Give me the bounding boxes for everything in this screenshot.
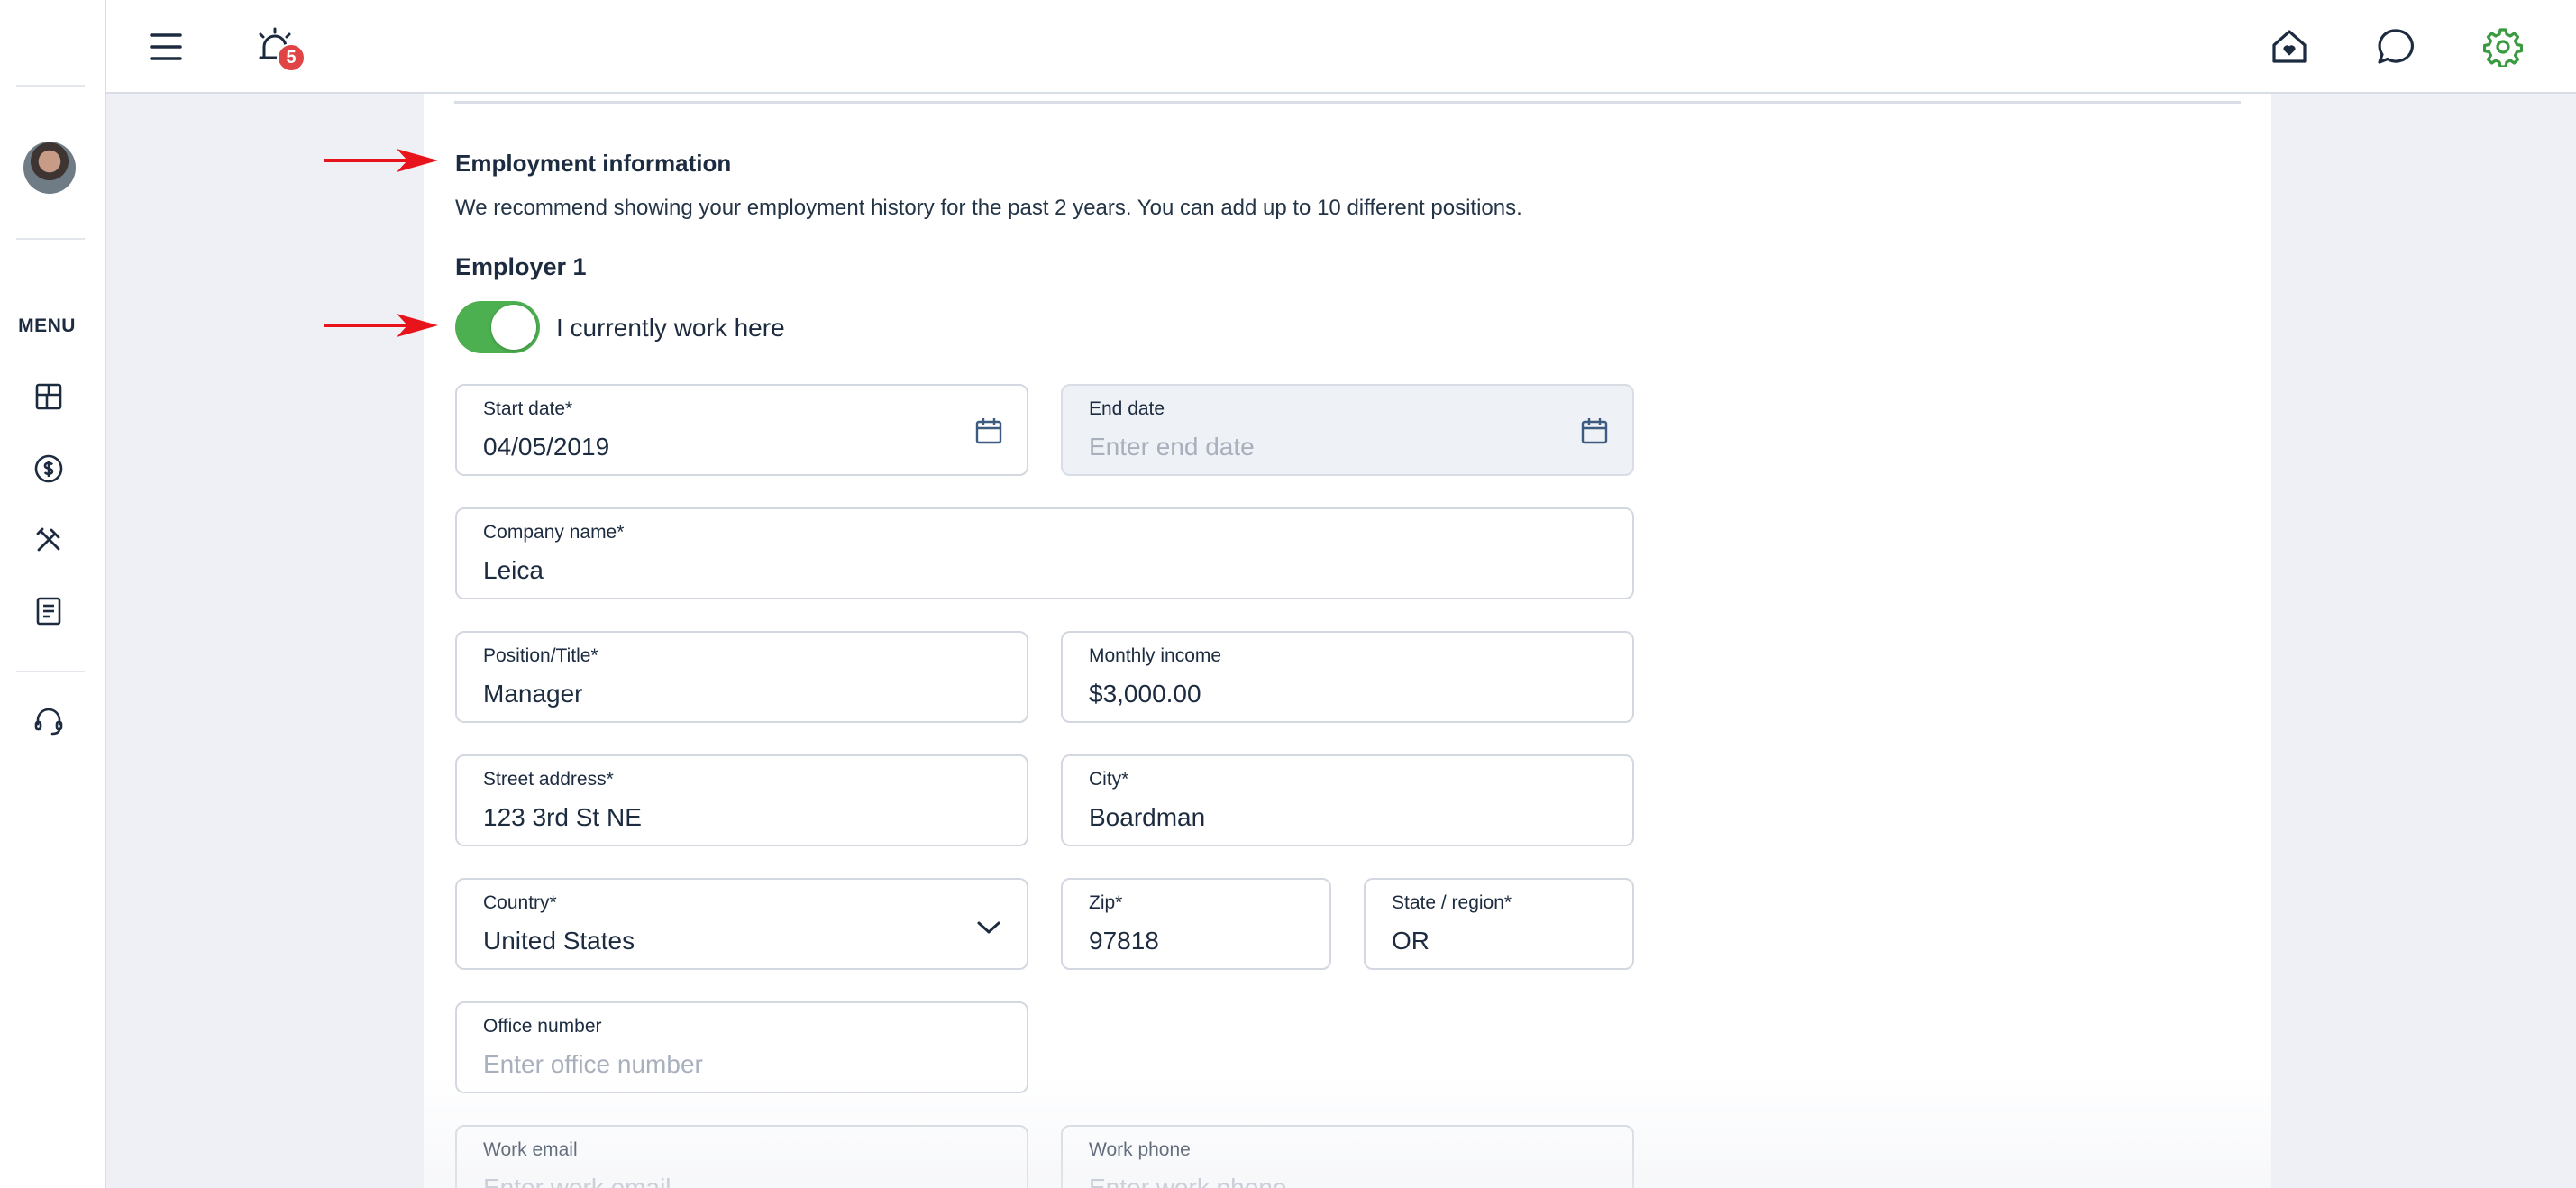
work-phone-label: Work phone — [1089, 1139, 1191, 1160]
country-label: Country* — [483, 892, 557, 913]
start-date-label: Start date* — [483, 398, 573, 419]
hamburger-menu-icon[interactable] — [141, 22, 191, 72]
work-phone-field[interactable]: Work phone Enter work phone — [1061, 1125, 1634, 1188]
sidebar-divider — [16, 238, 85, 240]
position-title-label: Position/Title* — [483, 645, 598, 666]
chevron-down-icon[interactable] — [971, 909, 1007, 946]
employer-title: Employer 1 — [455, 253, 587, 280]
office-number-label: Office number — [483, 1016, 602, 1037]
calendar-icon — [1576, 413, 1612, 449]
street-address-field[interactable]: Street address* 123 3rd St NE — [455, 754, 1028, 846]
position-title-field[interactable]: Position/Title* Manager — [455, 631, 1028, 723]
start-date-value: 04/05/2019 — [483, 433, 610, 461]
calendar-icon[interactable] — [971, 413, 1007, 449]
street-address-value: 123 3rd St NE — [483, 803, 642, 831]
work-email-placeholder: Enter work email — [483, 1174, 671, 1188]
work-phone-placeholder: Enter work phone — [1089, 1174, 1287, 1188]
section-description: We recommend showing your employment his… — [455, 196, 1522, 220]
currently-work-here-toggle[interactable] — [455, 301, 540, 353]
zip-value: 97818 — [1089, 927, 1159, 955]
notification-count-badge: 5 — [277, 43, 306, 72]
position-title-value: Manager — [483, 680, 583, 708]
tools-icon[interactable] — [32, 524, 65, 556]
state-region-label: State / region* — [1392, 892, 1512, 913]
company-name-field[interactable]: Company name* Leica — [455, 507, 1634, 599]
country-select[interactable]: Country* United States — [455, 878, 1028, 970]
top-bar: 5 — [106, 0, 2576, 94]
home-heart-icon[interactable] — [2264, 22, 2315, 72]
company-name-label: Company name* — [483, 522, 625, 543]
toggle-knob — [491, 305, 536, 350]
state-region-value: OR — [1392, 927, 1430, 955]
section-title: Employment information — [455, 150, 732, 177]
work-email-field[interactable]: Work email Enter work email — [455, 1125, 1028, 1188]
state-region-field[interactable]: State / region* OR — [1364, 878, 1634, 970]
office-number-placeholder: Enter office number — [483, 1050, 703, 1078]
headset-support-icon[interactable] — [32, 705, 65, 737]
start-date-field[interactable]: Start date* 04/05/2019 — [455, 384, 1028, 476]
red-arrow-annotation — [324, 149, 438, 172]
end-date-label: End date — [1089, 398, 1165, 419]
city-field[interactable]: City* Boardman — [1061, 754, 1634, 846]
settings-gear-icon[interactable] — [2478, 22, 2528, 72]
currently-work-here-label: I currently work here — [556, 314, 785, 342]
dashboard-icon[interactable] — [32, 380, 65, 413]
sidebar-divider — [16, 85, 85, 87]
monthly-income-field[interactable]: Monthly income $3,000.00 — [1061, 631, 1634, 723]
zip-label: Zip* — [1089, 892, 1123, 913]
city-value: Boardman — [1089, 803, 1206, 831]
country-value: United States — [483, 927, 635, 955]
office-number-field[interactable]: Office number Enter office number — [455, 1001, 1028, 1093]
monthly-income-label: Monthly income — [1089, 645, 1222, 666]
menu-label: MENU — [18, 315, 76, 336]
red-arrow-annotation — [324, 314, 438, 337]
section-divider — [454, 101, 2241, 104]
dollar-circle-icon[interactable] — [32, 452, 65, 485]
work-email-label: Work email — [483, 1139, 578, 1160]
zip-field[interactable]: Zip* 97818 — [1061, 878, 1331, 970]
chat-bubble-icon[interactable] — [2370, 22, 2421, 72]
sidebar-divider — [16, 671, 85, 672]
end-date-field: End date Enter end date — [1061, 384, 1634, 476]
document-icon[interactable] — [32, 595, 65, 627]
city-label: City* — [1089, 769, 1129, 790]
end-date-placeholder: Enter end date — [1089, 433, 1255, 461]
monthly-income-value: $3,000.00 — [1089, 680, 1201, 708]
left-sidebar: MENU — [0, 0, 106, 1188]
street-address-label: Street address* — [483, 769, 614, 790]
avatar[interactable] — [23, 142, 76, 194]
company-name-value: Leica — [483, 556, 544, 584]
